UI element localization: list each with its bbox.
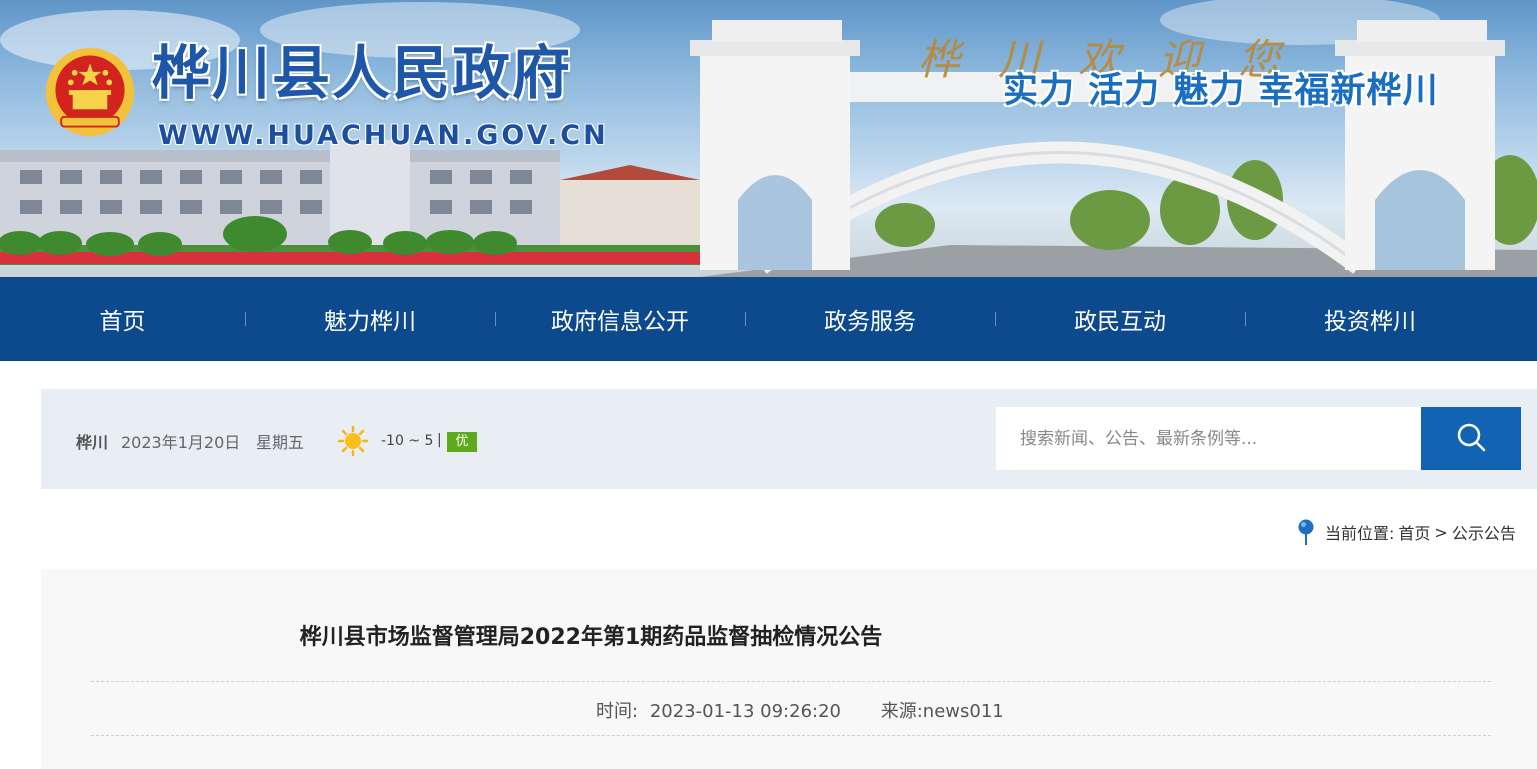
national-emblem-icon [45,47,135,137]
search-button[interactable] [1421,407,1521,470]
article-title: 桦川县市场监督管理局2022年第1期药品监督抽检情况公告 [299,625,883,650]
nav-charm-huachuan[interactable]: 魅力桦川 [245,302,495,336]
nav-gov-info[interactable]: 政府信息公开 [495,302,745,336]
breadcrumb-home[interactable]: 首页 [1398,520,1430,544]
sun-icon [337,425,369,457]
info-bar: 桦川 2023年1月20日 星期五 -10 ~ 5 | 优 [41,389,1537,489]
weather-separator: | [437,432,442,448]
breadcrumb-current[interactable]: 公示公告 [1452,520,1516,544]
article-panel: 桦川县市场监督管理局2022年第1期药品监督抽检情况公告 时间: 2023-01… [41,569,1537,769]
nav-interaction[interactable]: 政民互动 [995,302,1245,336]
weekday-text: 星期五 [256,433,305,452]
temperature-text: -10 ~ 5 [381,433,434,449]
main-nav: 首页 魅力桦川 政府信息公开 政务服务 政民互动 投资桦川 [0,277,1537,361]
date-text: 2023年1月20日 [121,433,241,452]
nav-gov-services[interactable]: 政务服务 [745,302,995,336]
site-title: 桦川县人民政府 [152,39,573,107]
search-input[interactable] [996,407,1422,470]
source-value: news011 [922,701,1004,722]
source-label: 来源: [880,701,923,722]
site-banner: 桦川县人民政府 WWW.HUACHUAN.GOV.CN 桦川欢迎您 实力 活力 … [0,0,1537,277]
search-icon [1457,423,1486,452]
article-meta: 时间: 2023-01-13 09:26:20 来源:news011 [596,697,1010,723]
site-url: WWW.HUACHUAN.GOV.CN [158,120,609,151]
air-quality-badge: 优 [447,432,477,452]
nav-invest[interactable]: 投资桦川 [1245,302,1495,336]
time-label: 时间: [596,701,639,722]
title-divider [91,681,1491,682]
slogan: 实力 活力 魅力 幸福新桦川 [1003,71,1439,111]
nav-home[interactable]: 首页 [0,302,245,336]
time-value: 2023-01-13 09:26:20 [649,701,841,722]
breadcrumb: 当前位置: 首页 > 公示公告 [1297,519,1520,545]
breadcrumb-arrow: > [1434,522,1448,542]
breadcrumb-label: 当前位置: [1325,524,1395,543]
location-pin-icon [1298,519,1314,545]
meta-divider [91,735,1491,736]
location-label: 桦川 [76,433,109,452]
